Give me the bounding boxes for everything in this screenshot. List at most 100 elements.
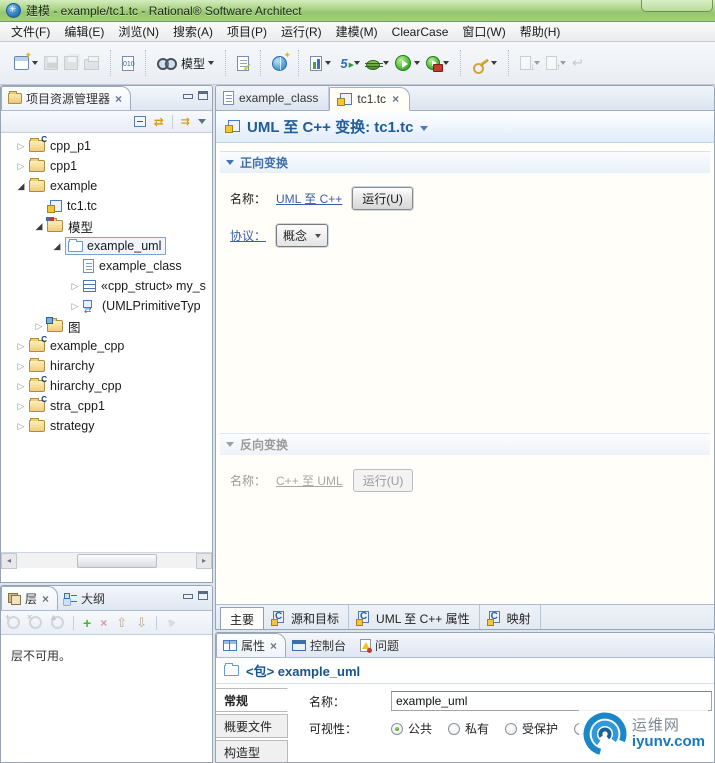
collapsed-arrow-icon[interactable] bbox=[13, 141, 29, 152]
new-wizard-button[interactable] bbox=[11, 50, 41, 73]
dropdown-arrow-icon[interactable] bbox=[208, 61, 215, 65]
tree-item-stra_cpp1[interactable]: C stra_cpp1 bbox=[1, 395, 212, 416]
tab-main[interactable]: 主要 bbox=[220, 607, 265, 629]
profile-button[interactable]: 5 bbox=[334, 53, 363, 74]
close-icon[interactable] bbox=[270, 639, 277, 653]
close-icon[interactable] bbox=[42, 592, 49, 606]
menu-help[interactable]: 帮助(H) bbox=[513, 21, 568, 42]
delete-button[interactable] bbox=[100, 616, 107, 630]
tab-problems[interactable]: 问题 bbox=[354, 633, 407, 657]
tree-item-tc1-tc[interactable]: tc1.tc bbox=[1, 196, 212, 216]
minimize-icon[interactable] bbox=[182, 91, 193, 100]
collapsed-arrow-icon[interactable] bbox=[67, 281, 83, 292]
dropdown-arrow-icon[interactable] bbox=[354, 61, 361, 65]
select-cursor-button[interactable] bbox=[166, 617, 176, 629]
collapse-all-icon[interactable] bbox=[133, 116, 146, 127]
close-icon[interactable] bbox=[392, 92, 399, 106]
tab-source-target[interactable]: 源和目标 bbox=[264, 605, 350, 629]
tree-item-uml-primitive[interactable]: (UMLPrimitiveTyp bbox=[1, 296, 212, 316]
new-web-button[interactable] bbox=[269, 50, 291, 74]
save-all-button[interactable] bbox=[61, 53, 81, 73]
binary-file-button[interactable]: 010 bbox=[119, 53, 137, 74]
tree-item-cpp_p1[interactable]: C cpp_p1 bbox=[1, 135, 212, 156]
tab-project-explorer[interactable]: 项目资源管理器 bbox=[1, 86, 132, 110]
title-bar[interactable]: 建模 - example/tc1.tc - Rational® Software… bbox=[0, 0, 715, 22]
scroll-right-icon[interactable]: ▸ bbox=[196, 552, 212, 569]
collapsed-arrow-icon[interactable] bbox=[31, 321, 47, 332]
scroll-track[interactable] bbox=[17, 553, 196, 569]
key-button[interactable] bbox=[469, 52, 500, 74]
tree-item-models[interactable]: 模型 bbox=[1, 216, 212, 236]
collapsed-arrow-icon[interactable] bbox=[13, 401, 29, 412]
menu-edit[interactable]: 编辑(E) bbox=[57, 21, 111, 42]
side-tab-profiles[interactable]: 概要文件 bbox=[216, 714, 288, 738]
menu-search[interactable]: 搜索(A) bbox=[166, 21, 220, 42]
layer-filter-disabled-icon[interactable]: ▲ bbox=[49, 612, 64, 629]
radio-option-private[interactable]: 私有 bbox=[448, 720, 489, 737]
tree-item-cpp_struct[interactable]: «cpp_struct» my_s bbox=[1, 276, 212, 296]
scroll-thumb[interactable] bbox=[77, 553, 157, 568]
tree-item-example_class[interactable]: example_class bbox=[1, 256, 212, 276]
tree-item-example[interactable]: example bbox=[1, 176, 212, 196]
save-button[interactable] bbox=[41, 53, 61, 73]
tab-layers[interactable]: 层 bbox=[1, 586, 59, 610]
previous-annotation-button[interactable] bbox=[543, 53, 569, 73]
radio-option-public[interactable]: 公共 bbox=[391, 720, 432, 737]
tree-item-cpp1[interactable]: cpp1 bbox=[1, 156, 212, 176]
menu-window[interactable]: 窗口(W) bbox=[455, 21, 512, 42]
menu-navigate[interactable]: 浏览(N) bbox=[111, 21, 166, 42]
header-dropdown-icon[interactable] bbox=[420, 125, 429, 131]
name-input[interactable] bbox=[391, 691, 712, 711]
collapsed-arrow-icon[interactable] bbox=[13, 361, 29, 372]
link-editor-icon[interactable] bbox=[154, 116, 164, 128]
menu-modeling[interactable]: 建模(M) bbox=[329, 21, 385, 42]
dropdown-arrow-icon[interactable] bbox=[32, 61, 38, 65]
minimize-icon[interactable] bbox=[182, 591, 193, 600]
menu-clearcase[interactable]: ClearCase bbox=[385, 23, 456, 41]
tree-item-example_uml[interactable]: example_uml bbox=[1, 236, 212, 256]
back-button[interactable] bbox=[569, 53, 591, 73]
protocol-link[interactable]: 协议： bbox=[230, 227, 266, 244]
menu-run[interactable]: 运行(R) bbox=[274, 21, 329, 42]
debug-button[interactable] bbox=[363, 54, 392, 73]
new-layer-disabled-icon[interactable]: + bbox=[5, 612, 20, 629]
reverse-section-header[interactable]: 反向变换 bbox=[220, 433, 710, 455]
close-icon[interactable] bbox=[115, 92, 122, 106]
scroll-left-icon[interactable]: ◂ bbox=[1, 552, 17, 569]
focus-on-active-icon[interactable] bbox=[181, 116, 190, 128]
tab-uml-cpp-properties[interactable]: UML 至 C++ 属性 bbox=[349, 605, 480, 629]
tab-tc1-tc[interactable]: tc1.tc bbox=[329, 87, 411, 111]
forward-transform-link[interactable]: UML 至 C++ bbox=[276, 190, 342, 207]
next-annotation-button[interactable] bbox=[517, 53, 543, 73]
report-button[interactable] bbox=[307, 53, 334, 74]
external-tools-button[interactable] bbox=[423, 53, 452, 73]
forward-run-button[interactable]: 运行(U) bbox=[352, 187, 413, 210]
dropdown-arrow-icon[interactable] bbox=[383, 61, 390, 65]
tab-example_class[interactable]: example_class bbox=[216, 86, 330, 110]
move-down-button[interactable] bbox=[136, 615, 147, 631]
horizontal-scrollbar[interactable]: ◂ ▸ bbox=[1, 552, 212, 569]
side-tab-stereotype[interactable]: 构造型 bbox=[216, 740, 288, 762]
expanded-arrow-icon[interactable] bbox=[13, 181, 29, 192]
tab-console[interactable]: 控制台 bbox=[286, 633, 354, 657]
reverse-transform-link[interactable]: C++ 至 UML bbox=[276, 472, 343, 489]
dropdown-arrow-icon[interactable] bbox=[491, 61, 498, 65]
add-button[interactable] bbox=[83, 616, 91, 630]
maximize-icon[interactable] bbox=[198, 591, 208, 600]
tab-mapping[interactable]: 映射 bbox=[480, 605, 541, 629]
collapsed-arrow-icon[interactable] bbox=[13, 421, 29, 432]
browse-model-button[interactable]: 模型 bbox=[154, 52, 217, 75]
collapsed-arrow-icon[interactable] bbox=[13, 381, 29, 392]
selected-item-box[interactable]: example_uml bbox=[65, 237, 167, 255]
expanded-arrow-icon[interactable] bbox=[49, 241, 65, 252]
dropdown-arrow-icon[interactable] bbox=[325, 61, 332, 65]
radio-option-protected[interactable]: 受保护 bbox=[505, 720, 558, 737]
tree-item-example_cpp[interactable]: C example_cpp bbox=[1, 335, 212, 356]
menu-file[interactable]: 文件(F) bbox=[4, 21, 57, 42]
collapsed-arrow-icon[interactable] bbox=[13, 341, 29, 352]
print-button[interactable] bbox=[81, 53, 102, 73]
run-button[interactable] bbox=[392, 52, 423, 74]
protocol-select[interactable]: 概念 bbox=[276, 224, 329, 247]
tab-properties[interactable]: 属性 bbox=[216, 633, 287, 657]
dropdown-arrow-icon[interactable] bbox=[443, 61, 450, 65]
